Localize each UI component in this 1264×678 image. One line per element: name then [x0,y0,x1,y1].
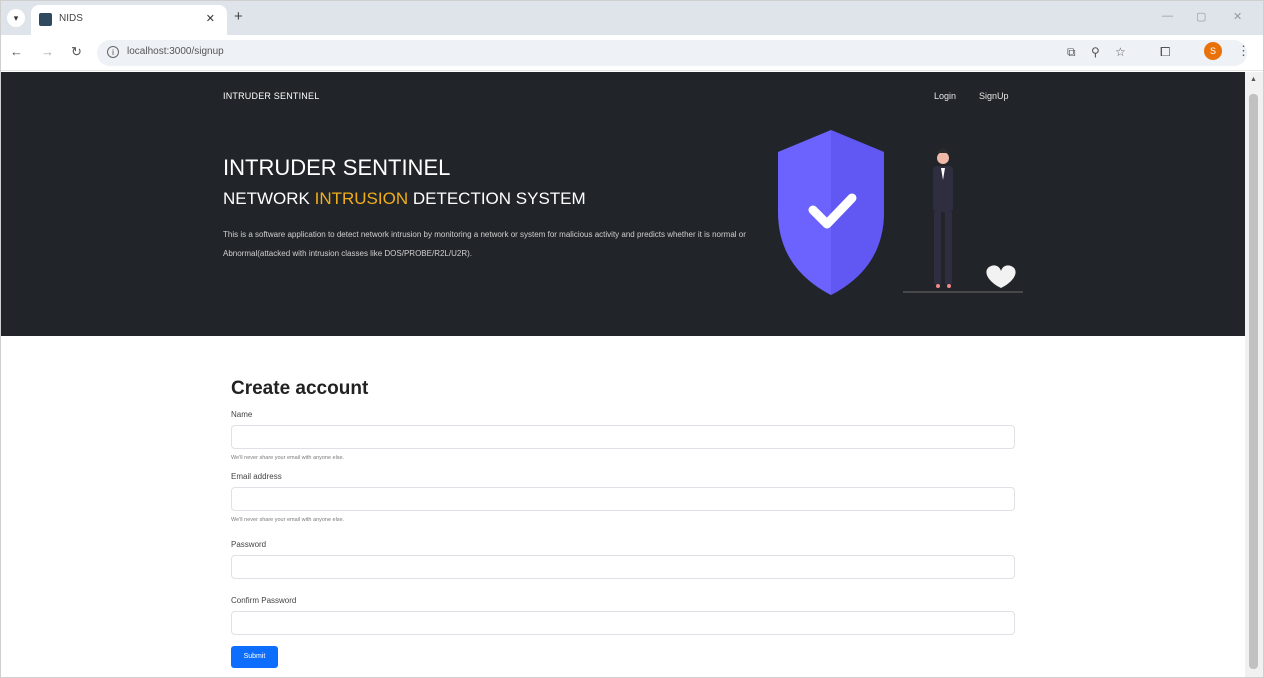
tab-title: NIDS [59,13,83,24]
email-label: Email address [231,472,282,481]
page-viewport: INTRUDER SENTINEL Login SignUp INTRUDER … [1,72,1245,677]
browser-toolbar: ← → ↻ i localhost:3000/signup ⧉ ⚲ ☆ ⧠ S … [1,35,1263,71]
name-group: Name We'll never share your email with a… [231,410,1015,461]
hero-subtitle-pre: NETWORK [223,189,315,208]
password-field[interactable] [231,555,1015,579]
hero-description: This is a software application to detect… [223,230,746,258]
bookmark-star-icon[interactable]: ☆ [1115,45,1126,59]
heart-icon [986,265,1016,288]
new-tab-icon[interactable]: + [234,8,243,25]
nav-link-login[interactable]: Login [934,91,956,101]
scroll-thumb[interactable] [1249,94,1258,669]
tab-search-icon[interactable]: ▾ [7,9,25,27]
hero-title: INTRUDER SENTINEL [223,155,451,180]
email-field[interactable] [231,487,1015,511]
tab-strip: ▾ NIDS ✕ + — ▢ ✕ [1,1,1263,35]
name-label: Name [231,410,253,419]
browser-tab[interactable]: NIDS ✕ [31,5,227,35]
name-field[interactable] [231,425,1015,449]
confirm-password-group: Confirm Password [231,596,1015,635]
site-info-icon[interactable]: i [107,46,119,58]
favicon [39,13,52,26]
forward-icon[interactable]: → [41,44,54,59]
form-title: Create account [231,378,369,399]
security-illustration [778,130,1023,295]
confirm-password-label: Confirm Password [231,596,297,605]
email-help-text: We'll never share your email with anyone… [231,517,345,523]
email-group: Email address We'll never share your ema… [231,472,1015,523]
submit-button[interactable]: Submit [231,645,278,668]
password-group: Password [231,540,1015,579]
reload-icon[interactable]: ↻ [71,44,82,60]
cast-icon[interactable]: ⧉ [1067,45,1076,60]
hero-subtitle-post: DETECTION SYSTEM [408,189,586,208]
confirm-password-field[interactable] [231,611,1015,635]
zoom-icon[interactable]: ⚲ [1091,45,1100,59]
password-label: Password [231,540,267,549]
nav-link-signup[interactable]: SignUp [979,91,1009,101]
minimize-icon[interactable]: — [1162,10,1173,22]
back-icon[interactable]: ← [10,44,23,59]
hero-section: INTRUDER SENTINEL Login SignUp INTRUDER … [1,72,1245,336]
navbar-brand[interactable]: INTRUDER SENTINEL [223,91,319,101]
shield-check-icon [778,130,884,295]
signup-form: Create account Name We'll never share yo… [231,378,1015,668]
scroll-up-icon[interactable]: ▲ [1250,76,1257,83]
url-text[interactable]: localhost:3000/signup [127,46,224,57]
menu-kebab-icon[interactable]: ⋮ [1237,43,1250,59]
maximize-icon[interactable]: ▢ [1196,10,1206,23]
name-help-text: We'll never share your email with anyone… [231,455,345,461]
avatar[interactable]: S [1204,42,1222,60]
person-figure [933,148,953,288]
hero-subtitle: NETWORK INTRUSION DETECTION SYSTEM [223,189,586,209]
hero-subtitle-highlight: INTRUSION [314,189,409,208]
close-icon[interactable]: ✕ [206,12,215,25]
window-close-icon[interactable]: ✕ [1233,10,1242,23]
address-bar[interactable]: i localhost:3000/signup ⧉ ⚲ ☆ [97,40,1247,66]
page-scrollbar[interactable]: ▲ [1245,72,1263,677]
extensions-icon[interactable]: ⧠ [1160,44,1170,60]
